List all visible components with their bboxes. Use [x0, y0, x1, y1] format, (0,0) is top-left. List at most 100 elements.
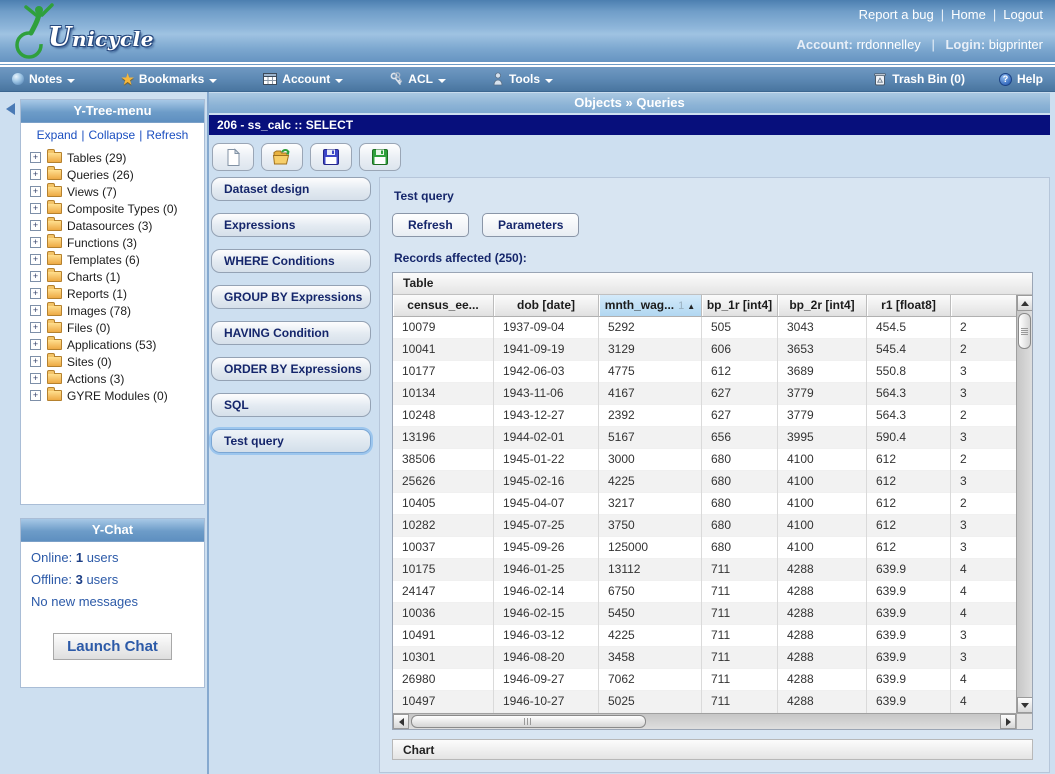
menu-button-dataset-design[interactable]: Dataset design — [211, 177, 371, 201]
vertical-scroll-thumb[interactable] — [1018, 313, 1031, 349]
horizontal-scroll-thumb[interactable] — [411, 715, 646, 728]
table-row[interactable]: 103011946-08-2034587114288639.93 — [393, 647, 1032, 669]
nav-tools[interactable]: Tools — [492, 72, 553, 86]
table-section-header[interactable]: Table — [393, 273, 1032, 295]
tree-item-files-0[interactable]: +Files (0) — [21, 319, 204, 336]
table-row[interactable]: 100371945-09-2612500068041006123 — [393, 537, 1032, 559]
table-cell: 639.9 — [867, 603, 951, 625]
expand-plus-icon[interactable]: + — [30, 220, 41, 231]
expand-plus-icon[interactable]: + — [30, 152, 41, 163]
menu-button-expressions[interactable]: Expressions — [211, 213, 371, 237]
scroll-down-button[interactable] — [1017, 697, 1032, 713]
tree-collapse-link[interactable]: Collapse — [88, 128, 135, 142]
nav-acl[interactable]: ACL — [389, 72, 446, 86]
launch-chat-button[interactable]: Launch Chat — [53, 633, 172, 660]
nav-account[interactable]: Account — [263, 72, 343, 86]
table-cell: 1946-10-27 — [494, 691, 599, 713]
tree-item-tables-29[interactable]: +Tables (29) — [21, 149, 204, 166]
nav-notes[interactable]: Notes — [12, 72, 75, 86]
table-row[interactable]: 102821945-07-25375068041006123 — [393, 515, 1032, 537]
table-row[interactable]: 100791937-09-0452925053043454.52 — [393, 317, 1032, 339]
column-header-bp-2r-int4[interactable]: bp_2r [int4] — [778, 295, 867, 317]
table-row[interactable]: 100361946-02-1554507114288639.94 — [393, 603, 1032, 625]
menu-button-group-by-expressions[interactable]: GROUP BY Expressions — [211, 285, 371, 309]
table-row[interactable]: 104911946-03-1242257114288639.93 — [393, 625, 1032, 647]
table-row[interactable]: 256261945-02-16422568041006123 — [393, 471, 1032, 493]
table-row[interactable]: 101771942-06-0347756123689550.83 — [393, 361, 1032, 383]
expand-plus-icon[interactable]: + — [30, 288, 41, 299]
tree-item-templates-6[interactable]: +Templates (6) — [21, 251, 204, 268]
tree-item-actions-3[interactable]: +Actions (3) — [21, 370, 204, 387]
tree-item-gyre-modules-0[interactable]: +GYRE Modules (0) — [21, 387, 204, 404]
expand-plus-icon[interactable]: + — [30, 373, 41, 384]
table-row[interactable]: 385061945-01-22300068041006122 — [393, 449, 1032, 471]
horizontal-scrollbar[interactable] — [393, 713, 1016, 729]
tree-item-views-7[interactable]: +Views (7) — [21, 183, 204, 200]
scroll-left-button[interactable] — [393, 714, 409, 729]
menu-button-where-conditions[interactable]: WHERE Conditions — [211, 249, 371, 273]
save-button[interactable] — [310, 143, 352, 171]
home-link[interactable]: Home — [951, 7, 986, 22]
navbar-right: Trash Bin (0) ? Help — [839, 72, 1043, 86]
menu-button-sql[interactable]: SQL — [211, 393, 371, 417]
save-as-button[interactable] — [359, 143, 401, 171]
tree-item-composite-types-0[interactable]: +Composite Types (0) — [21, 200, 204, 217]
chart-section-header[interactable]: Chart — [392, 739, 1033, 760]
expand-plus-icon[interactable]: + — [30, 169, 41, 180]
open-button[interactable] — [261, 143, 303, 171]
table-row[interactable]: 101341943-11-0641676273779564.33 — [393, 383, 1032, 405]
menu-button-having-condition[interactable]: HAVING Condition — [211, 321, 371, 345]
tree-item-functions-3[interactable]: +Functions (3) — [21, 234, 204, 251]
nav-help[interactable]: ? Help — [999, 72, 1043, 86]
chevron-down-icon — [335, 79, 343, 83]
scroll-up-button[interactable] — [1017, 295, 1032, 311]
logout-link[interactable]: Logout — [1003, 7, 1043, 22]
expand-plus-icon[interactable]: + — [30, 203, 41, 214]
tree-item-charts-1[interactable]: +Charts (1) — [21, 268, 204, 285]
column-header-dob-date[interactable]: dob [date] — [494, 295, 599, 317]
expand-plus-icon[interactable]: + — [30, 390, 41, 401]
tree-refresh-link[interactable]: Refresh — [146, 128, 188, 142]
tree-item-datasources-3[interactable]: +Datasources (3) — [21, 217, 204, 234]
column-header-bp-1r-int4[interactable]: bp_1r [int4] — [702, 295, 778, 317]
table-row[interactable]: 269801946-09-2770627114288639.94 — [393, 669, 1032, 691]
report-bug-link[interactable]: Report a bug — [859, 7, 934, 22]
tree-item-queries-26[interactable]: +Queries (26) — [21, 166, 204, 183]
column-header-census-ee[interactable]: census_ee... — [393, 295, 494, 317]
expand-plus-icon[interactable]: + — [30, 186, 41, 197]
new-document-button[interactable] — [212, 143, 254, 171]
nav-trash-bin[interactable]: Trash Bin (0) — [873, 72, 965, 86]
column-header-mnth-wag[interactable]: mnth_wag...1▲ — [599, 295, 702, 317]
tree-item-sites-0[interactable]: +Sites (0) — [21, 353, 204, 370]
tree-expand-link[interactable]: Expand — [37, 128, 78, 142]
table-row[interactable]: 104051945-04-07321768041006122 — [393, 493, 1032, 515]
table-row[interactable]: 131961944-02-0151676563995590.43 — [393, 427, 1032, 449]
folder-icon — [47, 169, 62, 180]
vertical-scrollbar[interactable] — [1016, 295, 1032, 713]
menu-button-order-by-expressions[interactable]: ORDER BY Expressions — [211, 357, 371, 381]
expand-plus-icon[interactable]: + — [30, 254, 41, 265]
table-row[interactable]: 101751946-01-25131127114288639.94 — [393, 559, 1032, 581]
table-cell: 4775 — [599, 361, 702, 383]
table-cell: 10405 — [393, 493, 494, 515]
expand-plus-icon[interactable]: + — [30, 271, 41, 282]
scroll-right-button[interactable] — [1000, 714, 1016, 729]
scrollbar-corner — [1016, 713, 1032, 729]
table-row[interactable]: 100411941-09-1931296063653545.42 — [393, 339, 1032, 361]
tree-item-images-78[interactable]: +Images (78) — [21, 302, 204, 319]
table-row[interactable]: 104971946-10-2750257114288639.94 — [393, 691, 1032, 713]
expand-plus-icon[interactable]: + — [30, 322, 41, 333]
table-row[interactable]: 102481943-12-2723926273779564.32 — [393, 405, 1032, 427]
parameters-button[interactable]: Parameters — [482, 213, 579, 237]
tree-item-applications-53[interactable]: +Applications (53) — [21, 336, 204, 353]
menu-button-test-query[interactable]: Test query — [211, 429, 371, 453]
expand-plus-icon[interactable]: + — [30, 339, 41, 350]
expand-plus-icon[interactable]: + — [30, 356, 41, 367]
refresh-button[interactable]: Refresh — [392, 213, 469, 237]
expand-plus-icon[interactable]: + — [30, 305, 41, 316]
column-header-r1-float8[interactable]: r1 [float8] — [867, 295, 951, 317]
tree-item-reports-1[interactable]: +Reports (1) — [21, 285, 204, 302]
nav-bookmarks[interactable]: ★ Bookmarks — [121, 72, 217, 86]
table-row[interactable]: 241471946-02-1467507114288639.94 — [393, 581, 1032, 603]
expand-plus-icon[interactable]: + — [30, 237, 41, 248]
